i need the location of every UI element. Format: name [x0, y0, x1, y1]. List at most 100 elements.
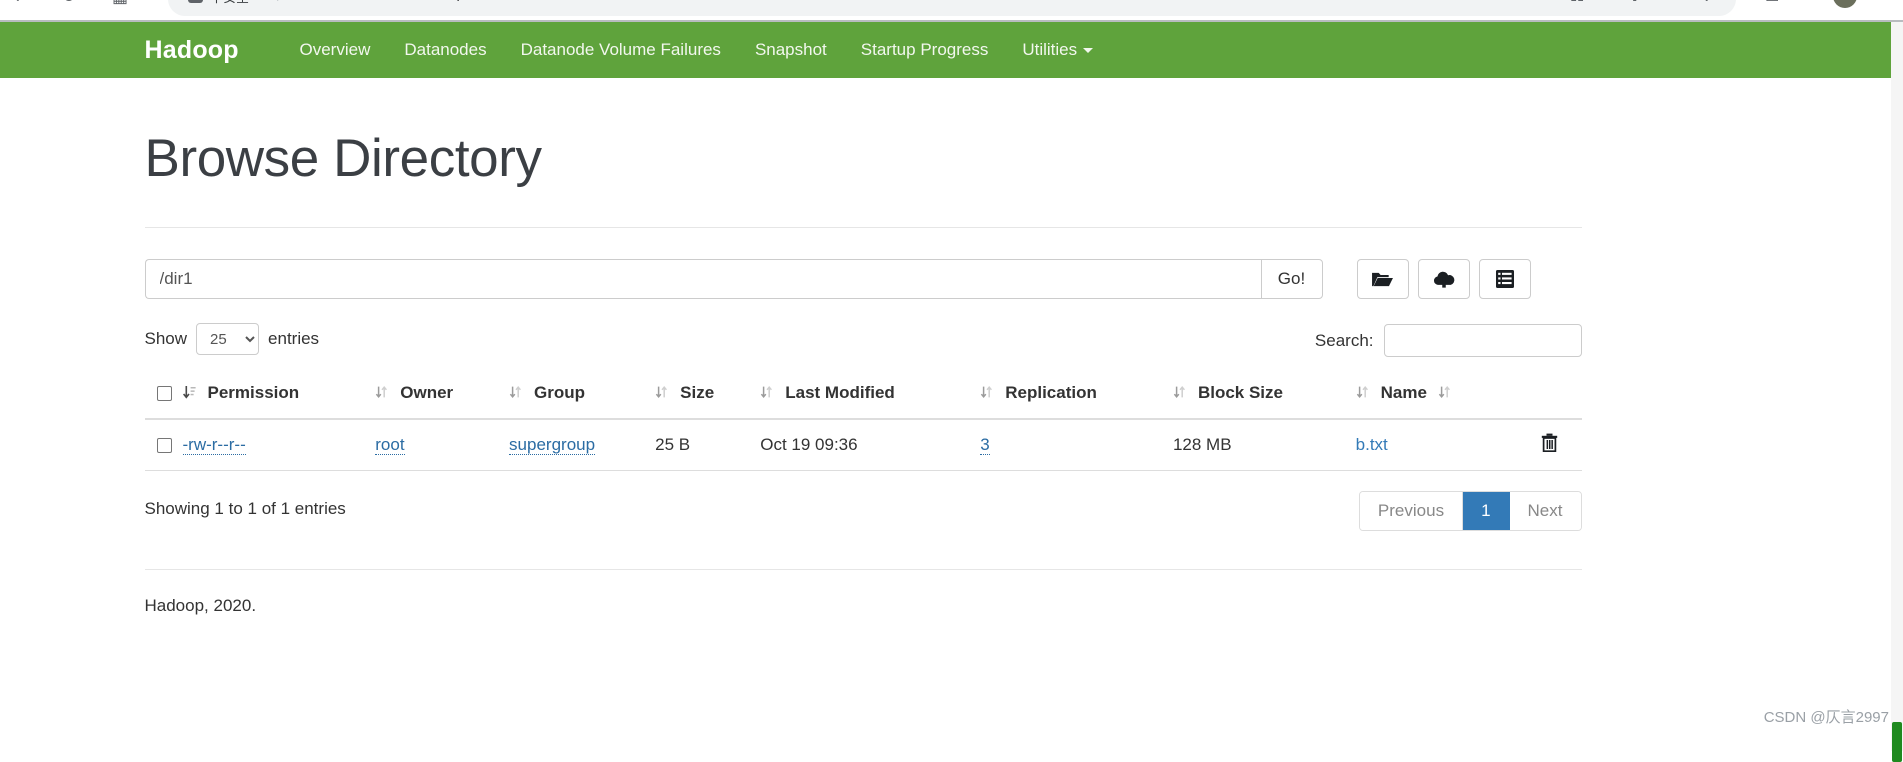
- column-label-last-modified: Last Modified: [785, 383, 895, 402]
- table-row: -rw-r--r-- root supergroup 25 B Oct 19 0…: [145, 419, 1582, 471]
- sort-both-icon: [375, 384, 389, 404]
- path-action-buttons: [1357, 259, 1531, 299]
- sort-both-icon: [1173, 384, 1187, 404]
- title-divider: [145, 227, 1582, 228]
- download-icon[interactable]: ↧: [1700, 0, 1713, 8]
- path-input[interactable]: [145, 259, 1261, 299]
- address-bar[interactable]: ! 不安全 | 192.168.199.130:50070/explorer.h…: [168, 0, 1736, 16]
- folder-open-icon: [1371, 270, 1394, 289]
- share-icon[interactable]: ⌃: [1510, 0, 1523, 8]
- cell-last-modified: Oct 19 09:36: [760, 419, 980, 471]
- column-header-owner[interactable]: Owner: [375, 374, 509, 419]
- sort-both-icon: [655, 384, 669, 404]
- hadoop-navbar: Hadoop Overview Datanodes Datanode Volum…: [0, 22, 1903, 78]
- sort-both-icon: [1356, 384, 1370, 404]
- show-label: Show: [145, 329, 188, 349]
- search-input[interactable]: [1384, 324, 1582, 357]
- cell-permission: -rw-r--r--: [183, 419, 376, 471]
- select-all-header[interactable]: [145, 374, 183, 419]
- nav-link-datanode-volume-failures[interactable]: Datanode Volume Failures: [504, 22, 738, 78]
- path-toolbar: Go!: [145, 259, 1582, 299]
- list-view-button[interactable]: [1479, 259, 1531, 299]
- reload-icon[interactable]: ↺: [62, 0, 76, 8]
- pagination-next[interactable]: Next: [1510, 492, 1581, 530]
- pagination-page-1[interactable]: 1: [1463, 492, 1509, 530]
- column-label-owner: Owner: [400, 383, 453, 402]
- cell-block-size: 128 MB: [1173, 419, 1356, 471]
- path-input-group: Go!: [145, 259, 1323, 299]
- nav-link-datanodes[interactable]: Datanodes: [387, 22, 503, 78]
- group-value[interactable]: supergroup: [509, 435, 595, 455]
- pagination: Previous 1 Next: [1359, 491, 1582, 531]
- column-label-permission: Permission: [208, 383, 300, 402]
- profile-avatar-icon[interactable]: [1833, 0, 1857, 8]
- scrollbar-thumb[interactable]: [1892, 722, 1902, 762]
- folder-open-button[interactable]: [1357, 259, 1409, 299]
- row-select-cell[interactable]: [145, 419, 183, 471]
- footer-divider: [145, 569, 1582, 570]
- table-header-row: Permission Owner: [145, 374, 1582, 419]
- column-label-block-size: Block Size: [1198, 383, 1283, 402]
- cell-owner: root: [375, 419, 509, 471]
- column-label-size: Size: [680, 383, 714, 402]
- files-table-head: Permission Owner: [145, 374, 1582, 419]
- bookmark-icon[interactable]: ☐: [1765, 0, 1779, 8]
- page-container: Browse Directory Go!: [0, 78, 1903, 616]
- entries-label: entries: [268, 329, 319, 349]
- column-label-replication: Replication: [1005, 383, 1097, 402]
- files-table-body: -rw-r--r-- root supergroup 25 B Oct 19 0…: [145, 419, 1582, 471]
- nav-link-startup-progress[interactable]: Startup Progress: [844, 22, 1006, 78]
- column-label-name: Name: [1381, 383, 1427, 402]
- nav-link-snapshot[interactable]: Snapshot: [738, 22, 844, 78]
- cloud-upload-button[interactable]: [1418, 259, 1470, 299]
- add-profile-icon[interactable]: ✚: [1628, 0, 1641, 8]
- column-header-size[interactable]: Size: [655, 374, 760, 419]
- search-label: Search:: [1315, 331, 1374, 351]
- page-length-select[interactable]: 25: [196, 323, 259, 355]
- row-checkbox[interactable]: [157, 438, 172, 453]
- sort-both-icon: [1438, 384, 1452, 404]
- back-arrow-icon[interactable]: ‹: [14, 0, 20, 8]
- list-view-icon: [1495, 269, 1515, 289]
- select-all-checkbox[interactable]: [157, 386, 172, 401]
- browser-toolbar: ‹ ↺ ▦ ! 不安全 | 192.168.199.130:50070/expl…: [0, 0, 1903, 22]
- pagination-previous[interactable]: Previous: [1360, 492, 1463, 530]
- nav-link-utilities[interactable]: Utilities: [1005, 22, 1110, 78]
- datatable-info: Showing 1 to 1 of 1 entries: [145, 499, 346, 519]
- cell-replication: 3: [980, 419, 1173, 471]
- column-label-group: Group: [534, 383, 585, 402]
- column-header-block-size[interactable]: Block Size: [1173, 374, 1356, 419]
- cloud-upload-icon: [1432, 270, 1456, 289]
- apps-grid-icon[interactable]: ▦: [112, 0, 128, 8]
- owner-value[interactable]: root: [375, 435, 404, 455]
- nav-link-utilities-label: Utilities: [1022, 40, 1077, 59]
- cell-name: b.txt: [1356, 419, 1518, 471]
- go-button[interactable]: Go!: [1261, 259, 1323, 299]
- page-title: Browse Directory: [145, 78, 1759, 189]
- column-header-group[interactable]: Group: [509, 374, 655, 419]
- sort-both-icon: [760, 384, 774, 404]
- datatable-controls: Show 25 entries Search:: [145, 323, 1582, 359]
- sort-both-icon: [509, 384, 523, 404]
- cell-size: 25 B: [655, 419, 760, 471]
- column-header-replication[interactable]: Replication: [980, 374, 1173, 419]
- page-scrollbar[interactable]: [1891, 22, 1903, 751]
- extension-icon[interactable]: ☷: [1570, 0, 1584, 8]
- sort-desc-icon: [183, 384, 197, 404]
- replication-value[interactable]: 3: [980, 435, 989, 455]
- nav-link-overview[interactable]: Overview: [283, 22, 388, 78]
- navbar-links: Overview Datanodes Datanode Volume Failu…: [283, 22, 1111, 78]
- hadoop-brand[interactable]: Hadoop: [145, 36, 239, 65]
- datatable-filter: Search:: [1315, 324, 1582, 357]
- trash-icon[interactable]: [1541, 437, 1558, 456]
- cell-actions: [1518, 419, 1582, 471]
- column-header-last-modified[interactable]: Last Modified: [760, 374, 980, 419]
- column-header-name[interactable]: Name: [1356, 374, 1518, 419]
- omnibox-separator: |: [276, 0, 279, 1]
- watermark: CSDN @仄言2997: [1764, 706, 1889, 727]
- datatable-footer: Showing 1 to 1 of 1 entries Previous 1 N…: [145, 491, 1582, 531]
- column-header-permission[interactable]: Permission: [183, 374, 376, 419]
- file-name-link[interactable]: b.txt: [1356, 435, 1388, 454]
- files-table: Permission Owner: [145, 374, 1582, 471]
- permission-value[interactable]: -rw-r--r--: [183, 435, 246, 455]
